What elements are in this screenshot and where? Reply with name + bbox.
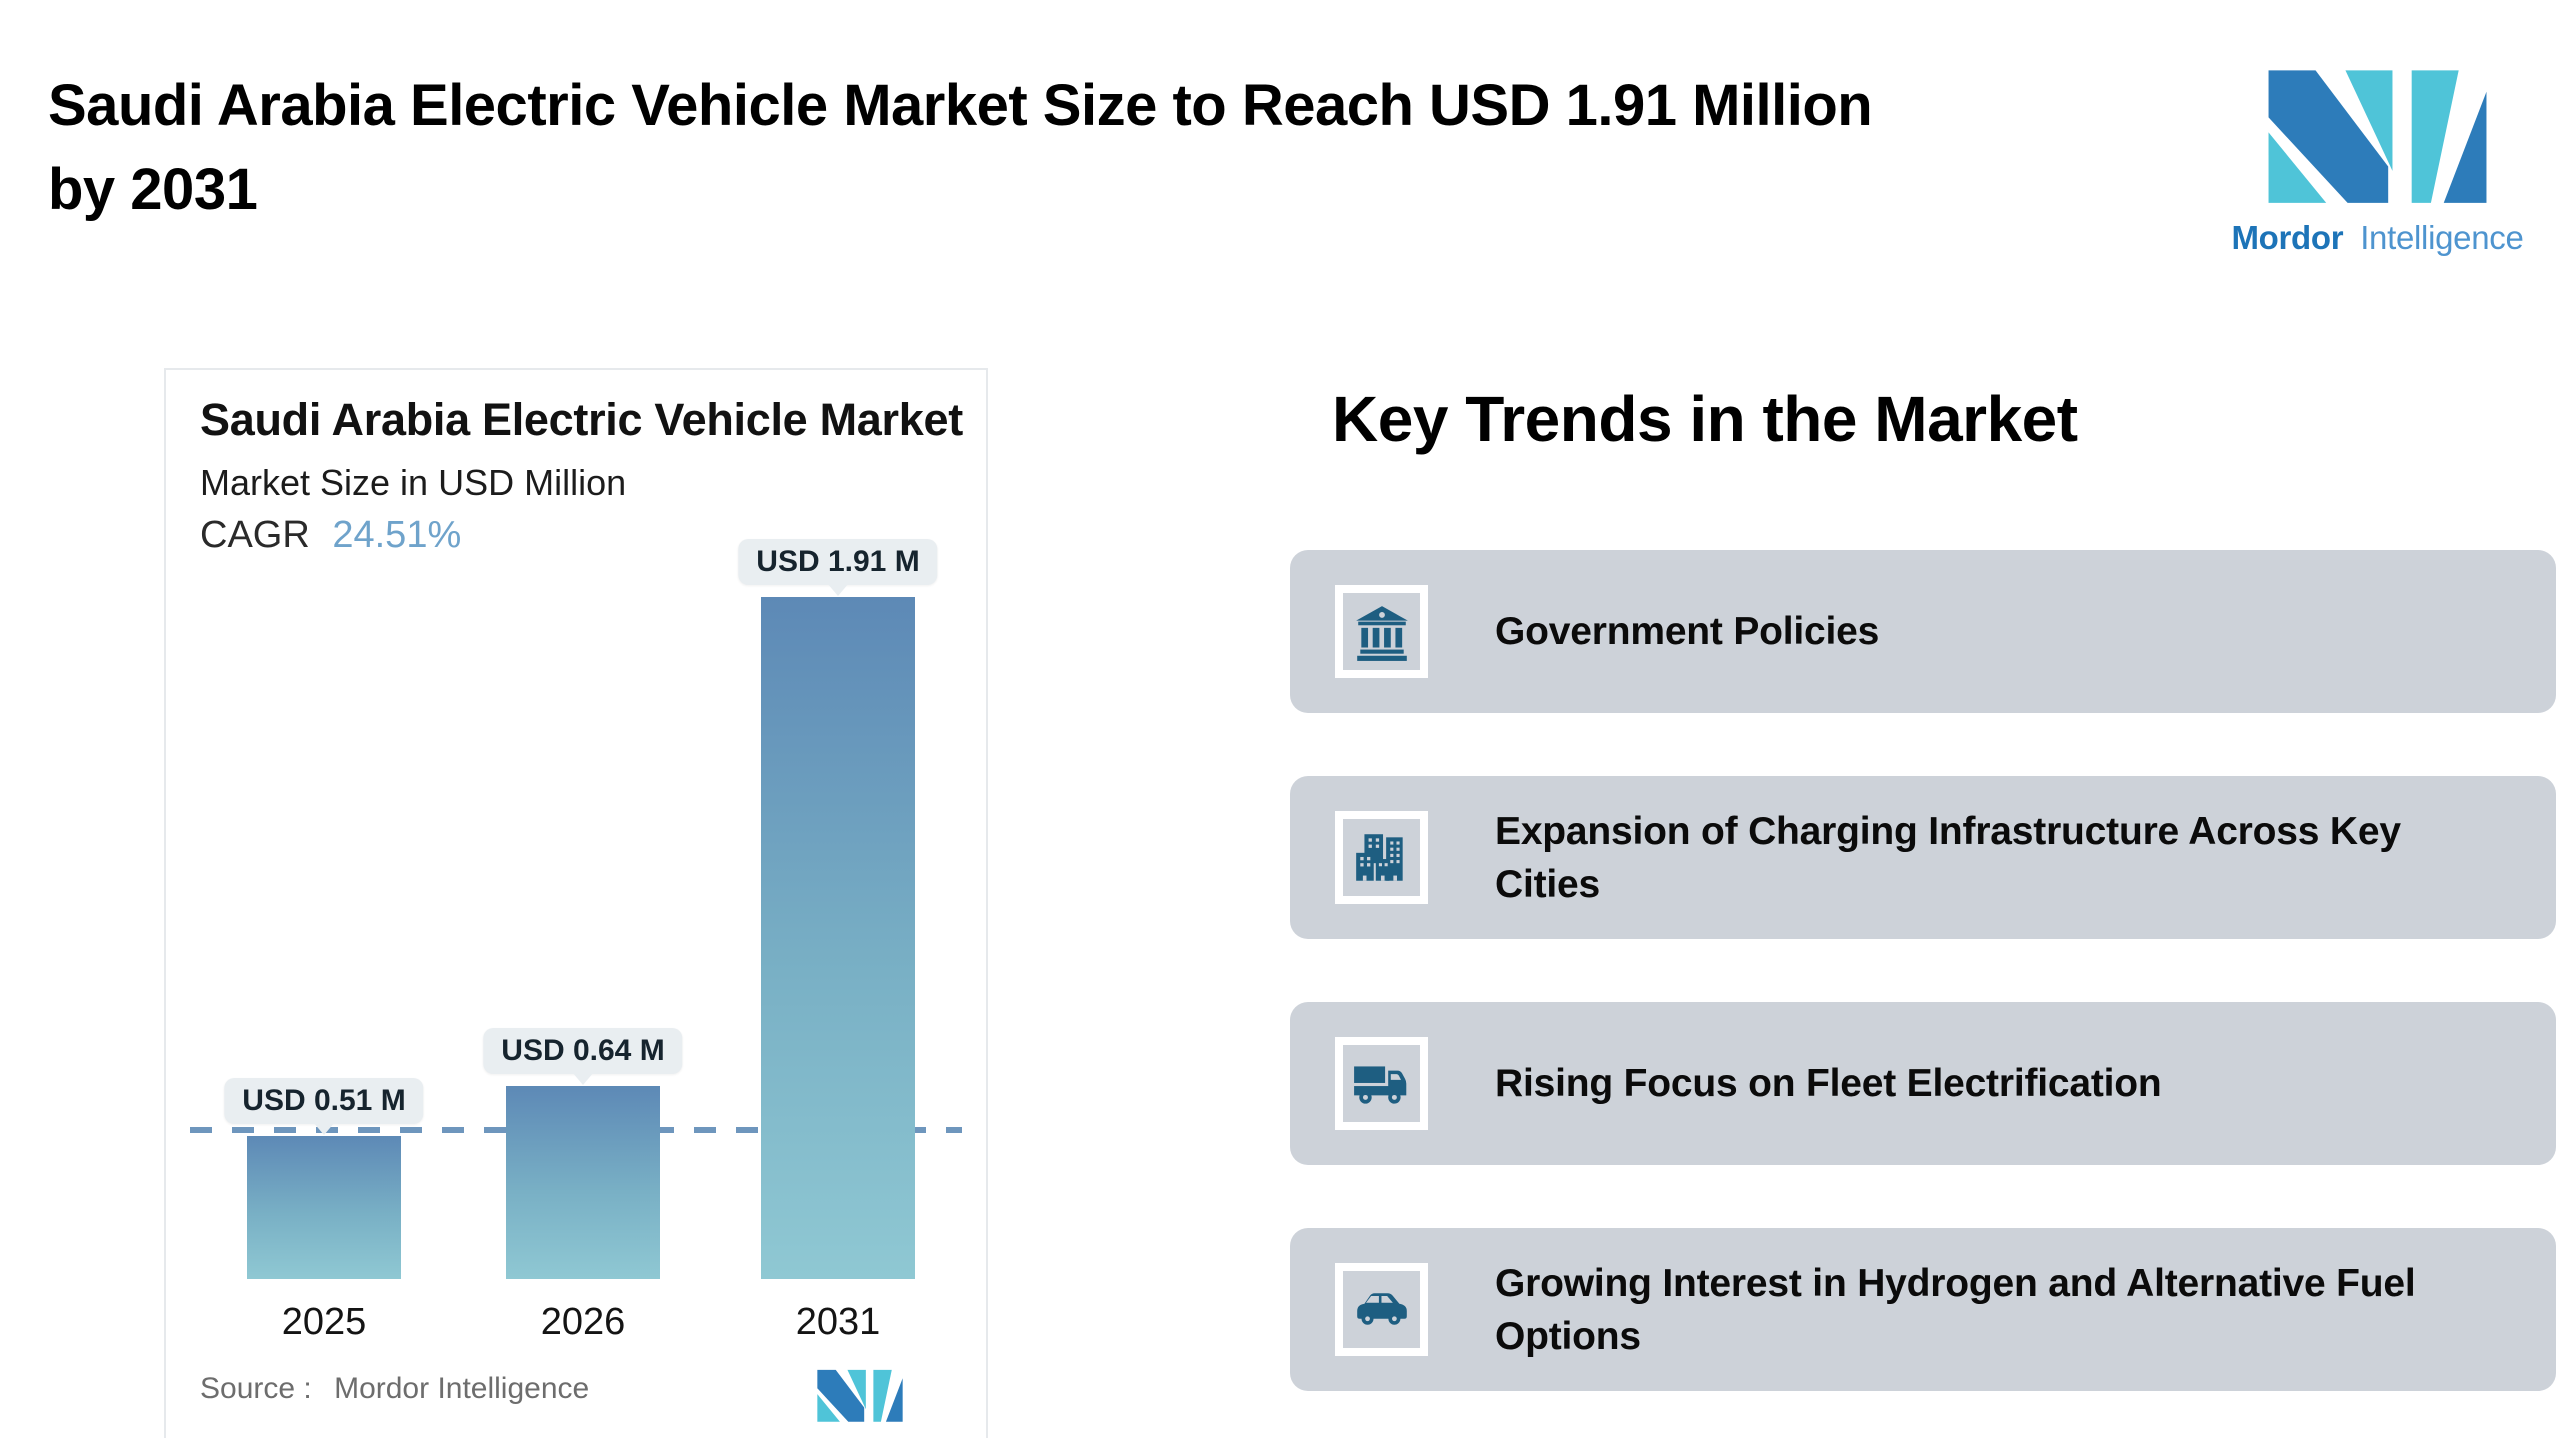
bank-icon [1351, 601, 1413, 663]
chart-card: Saudi Arabia Electric Vehicle Market Mar… [164, 368, 988, 1438]
trend-label: Rising Focus on Fleet Electrification [1495, 1057, 2162, 1110]
bar-2026 [506, 1086, 660, 1279]
trend-card-hydrogen-alternative-fuel: Growing Interest in Hydrogen and Alterna… [1290, 1228, 2556, 1391]
trend-card-fleet-electrification: Rising Focus on Fleet Electrification [1290, 1002, 2556, 1165]
year-label-2026: 2026 [541, 1301, 626, 1344]
brand-name-light: Intelligence [2360, 219, 2523, 256]
bar-2031 [761, 597, 915, 1279]
trend-label: Government Policies [1495, 605, 1879, 658]
value-pill-tail [827, 583, 849, 596]
trend-icon-box [1335, 1037, 1428, 1130]
value-pill-tail [572, 1072, 594, 1085]
page-title-line1: Saudi Arabia Electric Vehicle Market Siz… [48, 73, 1872, 138]
mordor-intelligence-mark-icon [2260, 66, 2495, 203]
source-value: Mordor Intelligence [334, 1372, 589, 1405]
year-label-2031: 2031 [796, 1301, 881, 1344]
trend-card-government-policies: Government Policies [1290, 550, 2556, 713]
key-trends-heading: Key Trends in the Market [1332, 382, 2078, 456]
value-pill-2025: USD 0.51 M [224, 1078, 423, 1124]
page-title-line2: by 2031 [48, 157, 257, 222]
value-pill-2031: USD 1.91 M [738, 539, 937, 585]
source-line: Source : Mordor Intelligence [200, 1372, 589, 1406]
trend-label: Expansion of Charging Infrastructure Acr… [1495, 805, 2495, 911]
year-label-2025: 2025 [282, 1301, 367, 1344]
truck-icon [1351, 1053, 1413, 1115]
value-pill-2026: USD 0.64 M [483, 1028, 682, 1074]
trend-label: Growing Interest in Hydrogen and Alterna… [1495, 1257, 2495, 1363]
infographic-canvas: Saudi Arabia Electric Vehicle Market Siz… [0, 0, 2560, 1438]
trend-card-charging-infrastructure: Expansion of Charging Infrastructure Acr… [1290, 776, 2556, 939]
bar-2025 [247, 1136, 401, 1279]
brand-logo-text: Mordor Intelligence [2205, 219, 2550, 257]
page-title: Saudi Arabia Electric Vehicle Market Siz… [48, 64, 2208, 232]
bar-chart-plot-area: USD 0.51 M 2025 USD 0.64 M 2026 USD 1.91 M 20… [166, 370, 986, 1438]
city-buildings-icon [1351, 827, 1413, 889]
chart-mini-logo-icon [814, 1368, 906, 1422]
trend-icon-box [1335, 585, 1428, 678]
source-label: Source : [200, 1372, 312, 1405]
trend-icon-box [1335, 811, 1428, 904]
brand-logo: Mordor Intelligence [2205, 62, 2550, 283]
car-icon [1351, 1279, 1413, 1341]
trend-icon-box [1335, 1263, 1428, 1356]
value-pill-tail [313, 1122, 335, 1135]
brand-name-bold: Mordor [2231, 219, 2343, 256]
